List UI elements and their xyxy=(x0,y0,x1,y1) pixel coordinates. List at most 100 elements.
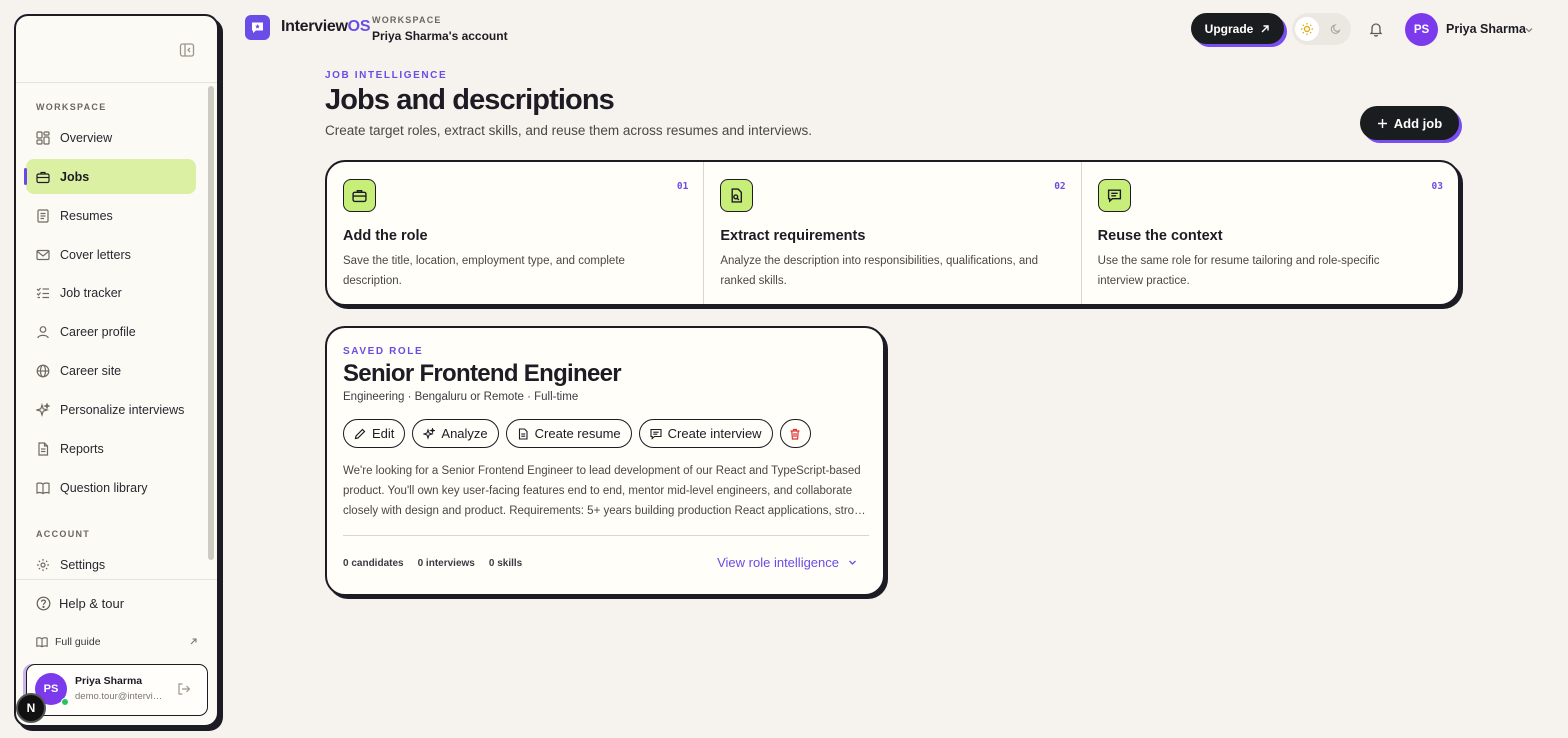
pencil-icon xyxy=(354,428,366,440)
document-icon xyxy=(36,441,50,456)
edit-button[interactable]: Edit xyxy=(343,419,406,448)
mail-icon xyxy=(36,248,50,262)
analyze-label: Analyze xyxy=(441,426,488,441)
sidebar-divider xyxy=(16,579,217,580)
sidebar-item-personalize-interviews[interactable]: Personalize interviews xyxy=(26,392,196,427)
sidebar-scrollbar[interactable] xyxy=(208,86,214,560)
sidebar-item-jobs[interactable]: Jobs xyxy=(24,159,196,194)
workspace-account[interactable]: Priya Sharma's account xyxy=(372,29,508,43)
page-subtitle: Create target roles, extract skills, and… xyxy=(325,123,812,138)
sidebar-collapse-icon[interactable] xyxy=(179,42,195,58)
add-job-button[interactable]: Add job xyxy=(1360,106,1459,140)
step-description: Use the same role for resume tailoring a… xyxy=(1097,255,1380,287)
sidebar-section-account: ACCOUNT xyxy=(36,529,91,539)
chevron-down-icon[interactable] xyxy=(1524,25,1534,35)
message-icon xyxy=(1097,179,1131,212)
brand-accent: OS xyxy=(347,18,371,35)
sidebar-item-question-library[interactable]: Question library xyxy=(26,470,196,505)
upgrade-button[interactable]: Upgrade xyxy=(1191,13,1284,44)
sidebar-item-label: Overview xyxy=(60,130,113,145)
create-interview-button[interactable]: Create interview xyxy=(638,419,773,448)
sun-icon[interactable] xyxy=(1295,17,1319,41)
sidebar-item-label: Resumes xyxy=(60,208,113,223)
steps-panel: 01 Add the role Save the title, location… xyxy=(325,160,1460,306)
sidebar-item-overview[interactable]: Overview xyxy=(26,120,196,155)
step-card: 03 Reuse the context Use the same role f… xyxy=(1082,162,1458,304)
analyze-button[interactable]: Analyze xyxy=(412,419,499,448)
sparkles-icon xyxy=(36,402,50,417)
sidebar-user-email: demo.tour@interviewos.app xyxy=(75,691,165,702)
create-interview-label: Create interview xyxy=(667,426,762,441)
role-description: We're looking for a Senior Frontend Engi… xyxy=(343,461,869,521)
online-status-dot xyxy=(61,698,69,706)
saved-role-card: SAVED ROLE Senior Frontend Engineer Engi… xyxy=(325,326,885,596)
list-check-icon xyxy=(36,286,50,300)
theme-toggle[interactable] xyxy=(1292,13,1351,45)
skills-count: 0 skills xyxy=(488,558,523,569)
sidebar-item-career-site[interactable]: Career site xyxy=(26,353,196,388)
view-role-intelligence-link[interactable]: View role intelligence xyxy=(717,555,857,570)
briefcase-icon xyxy=(343,179,376,212)
sidebar-user-card[interactable]: PS Priya Sharma demo.tour@interviewos.ap… xyxy=(26,664,208,716)
sidebar-item-cover-letters[interactable]: Cover letters xyxy=(26,237,196,272)
role-stats: 0 candidates 0 interviews 0 skills xyxy=(343,558,522,569)
app-logo[interactable] xyxy=(245,15,270,40)
role-description-text: We're looking for a Senior Frontend Engi… xyxy=(343,465,867,517)
sparkles-icon xyxy=(423,427,436,440)
upgrade-label: Upgrade xyxy=(1204,21,1254,36)
help-tour-link[interactable]: Help & tour xyxy=(36,596,124,611)
step-number: 03 xyxy=(1431,181,1443,192)
step-description: Save the title, location, employment typ… xyxy=(343,255,625,287)
sidebar-item-settings[interactable]: Settings xyxy=(26,547,196,582)
step-title: Add the role xyxy=(343,228,428,244)
moon-icon[interactable] xyxy=(1330,23,1342,35)
sidebar-item-job-tracker[interactable]: Job tracker xyxy=(26,275,196,310)
step-number: 02 xyxy=(1054,181,1066,192)
document-icon xyxy=(517,427,529,440)
external-link-icon xyxy=(189,637,198,646)
sidebar-item-label: Cover letters xyxy=(60,247,131,262)
sidebar-item-label: Career profile xyxy=(60,324,136,339)
step-card: 01 Add the role Save the title, location… xyxy=(327,162,705,304)
sidebar-item-resumes[interactable]: Resumes xyxy=(26,198,196,233)
delete-button[interactable] xyxy=(779,419,811,448)
view-role-intelligence-label: View role intelligence xyxy=(717,555,839,570)
arrow-up-right-icon xyxy=(1260,24,1270,34)
plus-icon xyxy=(1377,118,1388,129)
sidebar-item-reports[interactable]: Reports xyxy=(26,431,196,466)
step-card: 02 Extract requirements Analyze the desc… xyxy=(704,162,1082,304)
briefcase-icon xyxy=(36,170,50,184)
sidebar-section-workspace: WORKSPACE xyxy=(36,102,107,112)
sidebar-item-label: Reports xyxy=(60,441,104,456)
dev-tools-badge[interactable]: N xyxy=(16,693,46,723)
sidebar-item-label: Career site xyxy=(60,363,122,378)
logout-icon[interactable] xyxy=(177,682,191,696)
user-icon xyxy=(36,325,50,339)
sidebar-item-career-profile[interactable]: Career profile xyxy=(26,314,196,349)
workspace-label: WORKSPACE xyxy=(372,15,442,25)
role-actions: Edit Analyze Create resume Create interv… xyxy=(343,419,811,448)
avatar[interactable]: PS xyxy=(1405,13,1438,46)
chevron-down-icon xyxy=(848,558,857,567)
full-guide-link[interactable]: Full guide xyxy=(36,636,198,648)
role-eyebrow: SAVED ROLE xyxy=(343,346,424,357)
book-icon xyxy=(36,636,48,648)
sidebar-item-label: Question library xyxy=(60,480,148,495)
role-title: Senior Frontend Engineer xyxy=(343,360,622,387)
role-meta: Engineering · Bengaluru or Remote · Full… xyxy=(343,391,579,403)
sidebar-divider xyxy=(16,82,217,83)
resume-icon xyxy=(36,208,50,223)
book-icon xyxy=(36,481,50,495)
sidebar-item-label: Settings xyxy=(60,557,106,572)
help-circle-icon xyxy=(36,596,51,611)
page-title: Jobs and descriptions xyxy=(325,84,615,116)
header-user-name[interactable]: Priya Sharma xyxy=(1446,22,1526,36)
help-tour-label: Help & tour xyxy=(59,596,125,611)
create-resume-button[interactable]: Create resume xyxy=(505,419,632,448)
globe-icon xyxy=(36,364,50,378)
trash-icon xyxy=(789,428,801,440)
page-eyebrow: JOB INTELLIGENCE xyxy=(325,70,448,81)
bell-icon[interactable] xyxy=(1368,21,1384,37)
file-search-icon xyxy=(720,179,754,212)
sidebar-user-name: Priya Sharma xyxy=(75,675,143,687)
